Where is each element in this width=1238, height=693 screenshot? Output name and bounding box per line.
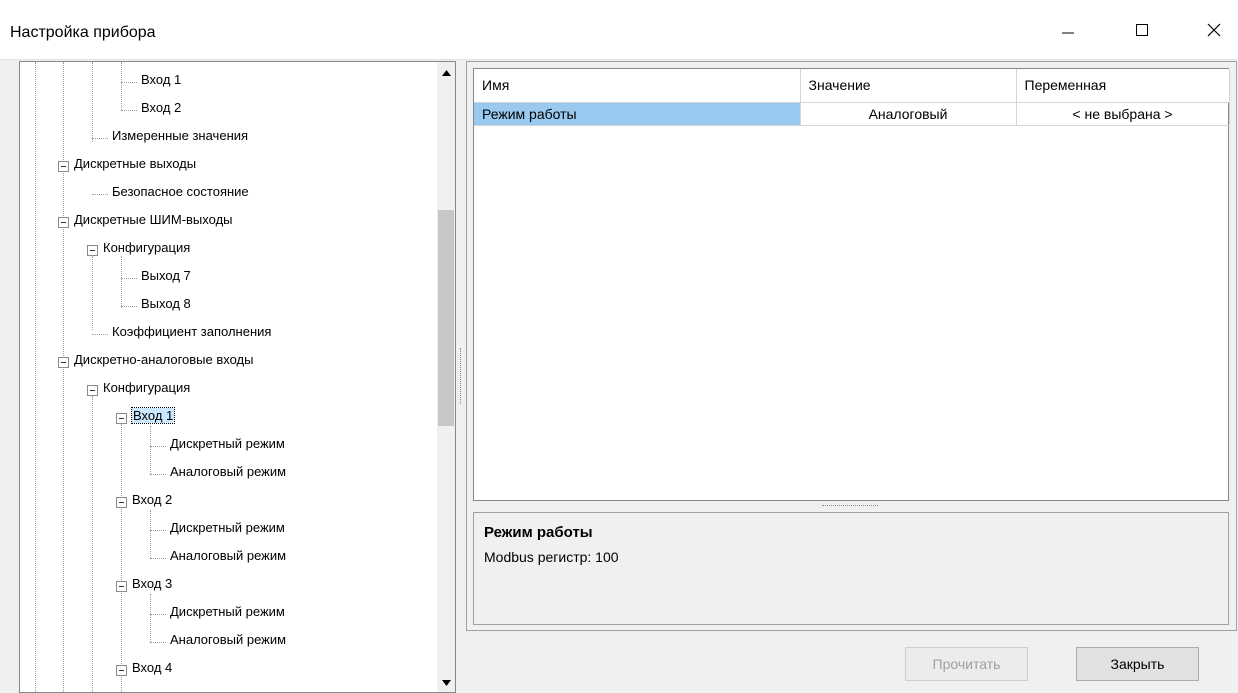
tree-connector xyxy=(121,278,137,279)
title-bar: Настройка прибора xyxy=(0,0,1238,60)
read-button[interactable]: Прочитать xyxy=(905,647,1028,681)
tree-node[interactable]: Дискретно-аналоговые входы xyxy=(74,350,254,370)
tree-guide xyxy=(121,424,122,692)
close-window-button[interactable] xyxy=(1190,10,1238,50)
tree-connector xyxy=(150,530,166,531)
tree-node[interactable]: Аналоговый режим xyxy=(170,630,286,650)
cell-value[interactable]: Аналоговый xyxy=(800,102,1017,126)
minimize-icon xyxy=(1062,32,1074,34)
tree-connector xyxy=(121,306,137,307)
scrollbar-thumb[interactable] xyxy=(438,210,454,426)
triangle-down-icon xyxy=(441,680,451,686)
tree-connector xyxy=(150,446,166,447)
collapse-icon[interactable] xyxy=(116,581,127,592)
tree-node[interactable]: Дискретный режим xyxy=(170,434,285,454)
column-header-value[interactable]: Значение xyxy=(800,69,1017,103)
collapse-icon[interactable] xyxy=(58,161,69,172)
close-icon xyxy=(1207,23,1221,37)
vertical-splitter[interactable] xyxy=(460,348,463,404)
tree-node[interactable]: Измеренные значения xyxy=(112,126,248,146)
close-button[interactable]: Закрыть xyxy=(1076,647,1199,681)
tree-guide xyxy=(63,62,64,692)
tree-node[interactable]: Дискретные выходы xyxy=(74,154,196,174)
collapse-icon[interactable] xyxy=(87,385,98,396)
tree-vertical-scrollbar[interactable] xyxy=(437,62,455,692)
tree-connector xyxy=(150,614,166,615)
properties-panel: Имя Значение Переменная Режим работы Ана… xyxy=(466,61,1237,631)
minimize-button[interactable] xyxy=(1044,10,1092,50)
tree-node[interactable]: Выход 8 xyxy=(141,294,191,314)
tree-guide xyxy=(150,594,151,642)
settings-tree[interactable]: Вход 1 Вход 2 Измеренные значения Дискре… xyxy=(19,61,456,693)
description-panel: Режим работы Modbus регистр: 100 xyxy=(473,512,1229,625)
tree-connector xyxy=(150,558,166,559)
collapse-icon[interactable] xyxy=(58,217,69,228)
tree-node[interactable]: Дискретные ШИМ-выходы xyxy=(74,210,233,230)
cell-name[interactable]: Режим работы xyxy=(474,102,801,126)
tree-connector xyxy=(92,334,108,335)
maximize-button[interactable] xyxy=(1118,10,1166,50)
tree-guide xyxy=(92,256,93,330)
tree-node[interactable]: Конфигурация xyxy=(103,378,190,398)
tree-guide xyxy=(121,256,122,308)
tree-node[interactable]: Вход 4 xyxy=(132,658,172,678)
tree-connector xyxy=(121,82,137,83)
tree-connector xyxy=(92,194,108,195)
tree-node[interactable]: Выход 7 xyxy=(141,266,191,286)
tree-connector xyxy=(121,110,137,111)
tree-node[interactable]: Аналоговый режим xyxy=(170,462,286,482)
column-header-variable[interactable]: Переменная xyxy=(1016,69,1230,103)
tree-node[interactable]: Аналоговый режим xyxy=(170,546,286,566)
column-header-name[interactable]: Имя xyxy=(474,69,801,103)
tree-node[interactable]: Вход 2 xyxy=(141,98,181,118)
tree-guide xyxy=(150,426,151,474)
tree-guide xyxy=(150,510,151,558)
dialog-client-area: Вход 1 Вход 2 Измеренные значения Дискре… xyxy=(0,60,1238,693)
collapse-icon[interactable] xyxy=(58,357,69,368)
maximize-icon xyxy=(1136,24,1148,36)
description-title: Режим работы xyxy=(484,524,593,541)
tree-node[interactable]: Безопасное состояние xyxy=(112,182,249,202)
cell-variable[interactable]: < не выбрана > xyxy=(1016,102,1230,126)
tree-node[interactable]: Дискретный режим xyxy=(170,518,285,538)
collapse-icon[interactable] xyxy=(116,665,127,676)
collapse-icon[interactable] xyxy=(87,245,98,256)
tree-node[interactable]: Конфигурация xyxy=(103,238,190,258)
triangle-up-icon xyxy=(441,70,451,76)
tree-connector xyxy=(92,138,108,139)
tree-node[interactable]: Вход 3 xyxy=(132,574,172,594)
window-title: Настройка прибора xyxy=(10,24,156,41)
tree-node-selected[interactable]: Вход 1 xyxy=(130,406,176,426)
tree-node[interactable]: Вход 2 xyxy=(132,490,172,510)
collapse-icon[interactable] xyxy=(116,413,127,424)
tree-node[interactable]: Дискретный режим xyxy=(170,602,285,622)
scroll-down-button[interactable] xyxy=(437,674,455,692)
tree-guide xyxy=(121,62,122,110)
description-text: Modbus регистр: 100 xyxy=(484,549,619,565)
tree-guide xyxy=(92,62,93,142)
tree-guide xyxy=(92,396,93,692)
tree-connector xyxy=(150,474,166,475)
tree-connector xyxy=(150,642,166,643)
scroll-up-button[interactable] xyxy=(437,64,455,82)
horizontal-splitter[interactable] xyxy=(822,505,878,508)
property-grid[interactable]: Имя Значение Переменная Режим работы Ана… xyxy=(473,68,1230,501)
table-row[interactable]: Режим работы Аналоговый < не выбрана > xyxy=(474,102,1230,126)
tree-node[interactable]: Коэффициент заполнения xyxy=(112,322,271,342)
collapse-icon[interactable] xyxy=(116,497,127,508)
tree-node[interactable]: Вход 1 xyxy=(141,70,181,90)
tree-guide xyxy=(35,62,36,692)
